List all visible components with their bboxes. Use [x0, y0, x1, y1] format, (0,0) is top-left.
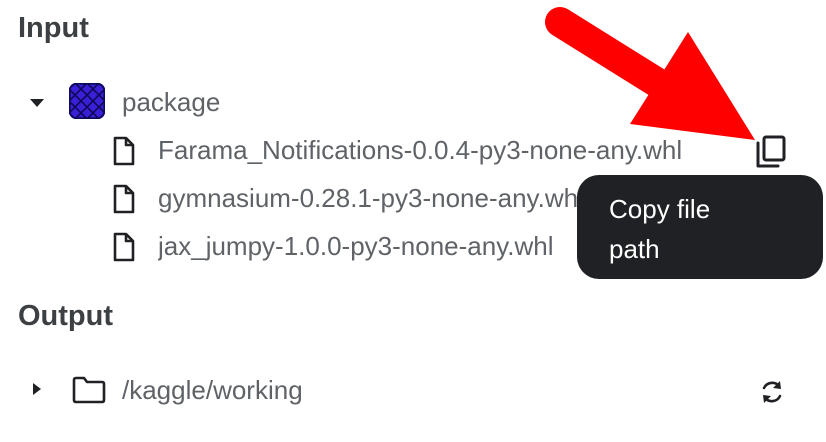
copy-file-path-tooltip: Copy file path: [577, 175, 823, 279]
output-folder-label[interactable]: /kaggle/working: [122, 375, 303, 406]
output-section-title: Output: [18, 300, 114, 332]
copy-icon[interactable]: [754, 134, 788, 170]
refresh-icon[interactable]: [758, 378, 786, 406]
caret-down-icon[interactable]: [28, 94, 46, 112]
folder-icon: [72, 376, 106, 404]
file-icon: [112, 184, 136, 214]
file-icon: [112, 136, 136, 166]
tooltip-text: Copy file path: [609, 194, 711, 264]
package-dataset-icon: [69, 83, 105, 119]
caret-right-icon[interactable]: [30, 380, 44, 398]
file-icon: [112, 232, 136, 262]
file-name[interactable]: jax_jumpy-1.0.0-py3-none-any.whl: [158, 231, 578, 262]
file-name[interactable]: Farama_Notifications-0.0.4-py3-none-any.…: [158, 135, 740, 166]
file-name[interactable]: gymnasium-0.28.1-py3-none-any.whl: [158, 183, 578, 214]
package-label[interactable]: package: [122, 87, 220, 118]
input-section-title: Input: [18, 12, 89, 44]
